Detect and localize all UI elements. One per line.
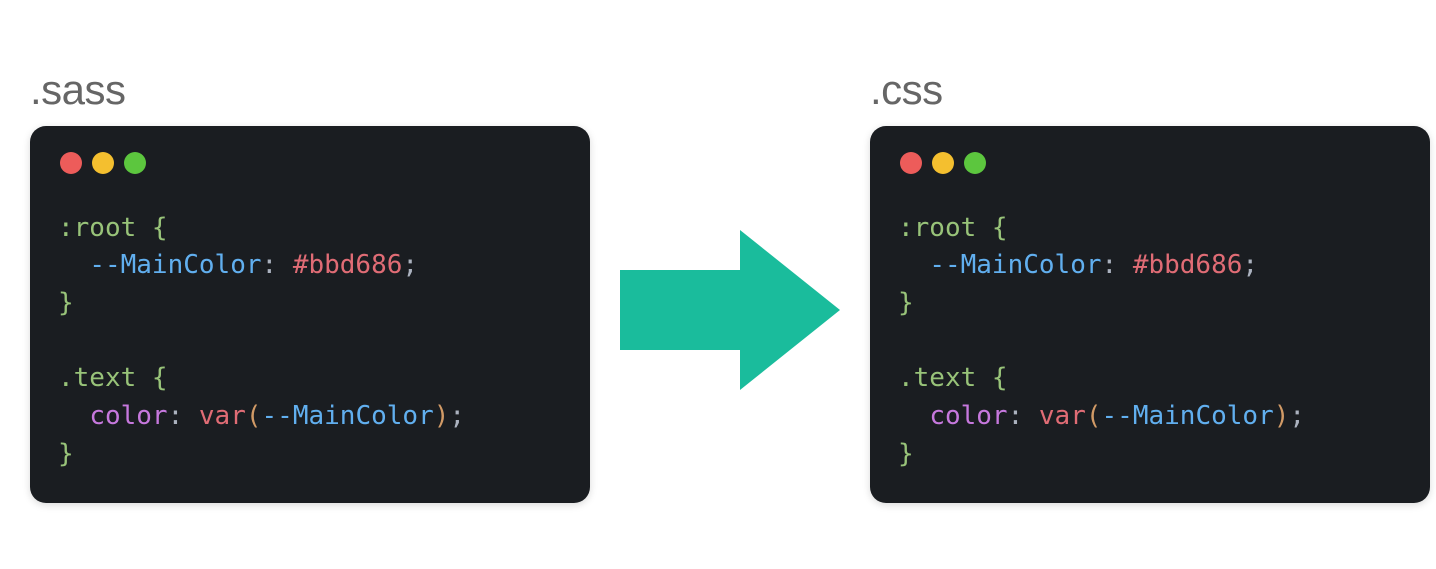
code-token: :	[168, 401, 199, 431]
traffic-lights	[898, 146, 1402, 174]
code-token: .text	[898, 363, 992, 393]
left-panel-title: .sass	[30, 66, 590, 114]
code-token	[898, 250, 929, 280]
code-token: }	[898, 439, 914, 469]
code-token	[58, 326, 74, 356]
arrow-shape	[620, 230, 840, 390]
code-token: ;	[449, 401, 465, 431]
code-token: :root	[898, 213, 992, 243]
code-token: }	[58, 288, 74, 318]
maximize-icon	[964, 152, 986, 174]
code-token: ;	[1242, 250, 1258, 280]
code-token: }	[58, 439, 74, 469]
code-token: {	[992, 363, 1008, 393]
code-token: :root	[58, 213, 152, 243]
code-token: ;	[402, 250, 418, 280]
code-token: {	[992, 213, 1008, 243]
right-panel-title: .css	[870, 66, 1430, 114]
code-token: {	[152, 213, 168, 243]
code-token: )	[1274, 401, 1290, 431]
traffic-lights	[58, 146, 562, 174]
code-token: )	[434, 401, 450, 431]
right-panel: .css :root { --MainColor: #bbd686; } .te…	[870, 66, 1430, 504]
minimize-icon	[92, 152, 114, 174]
code-token: var	[1039, 401, 1086, 431]
left-panel: .sass :root { --MainColor: #bbd686; } .t…	[30, 66, 590, 504]
right-code-block: :root { --MainColor: #bbd686; } .text { …	[898, 210, 1402, 474]
arrow-wrap	[620, 180, 840, 390]
code-token: {	[152, 363, 168, 393]
code-token: var	[199, 401, 246, 431]
code-token	[58, 401, 89, 431]
code-token: .text	[58, 363, 152, 393]
code-token: }	[898, 288, 914, 318]
code-token: --MainColor	[262, 401, 434, 431]
code-token: ;	[1289, 401, 1305, 431]
code-token: (	[1086, 401, 1102, 431]
code-token: #bbd686	[1133, 250, 1243, 280]
maximize-icon	[124, 152, 146, 174]
code-token: color	[929, 401, 1007, 431]
code-token: color	[89, 401, 167, 431]
code-token: :	[1008, 401, 1039, 431]
code-token: --MainColor	[929, 250, 1101, 280]
close-icon	[60, 152, 82, 174]
code-token: --MainColor	[89, 250, 261, 280]
left-code-block: :root { --MainColor: #bbd686; } .text { …	[58, 210, 562, 474]
code-token	[58, 250, 89, 280]
minimize-icon	[932, 152, 954, 174]
left-code-window: :root { --MainColor: #bbd686; } .text { …	[30, 126, 590, 504]
arrow-right-icon	[620, 230, 840, 390]
comparison-container: .sass :root { --MainColor: #bbd686; } .t…	[30, 10, 1406, 559]
code-token: :	[1102, 250, 1133, 280]
code-token: :	[262, 250, 293, 280]
code-token: #bbd686	[293, 250, 403, 280]
right-code-window: :root { --MainColor: #bbd686; } .text { …	[870, 126, 1430, 504]
code-token: --MainColor	[1102, 401, 1274, 431]
code-token	[898, 326, 914, 356]
code-token	[898, 401, 929, 431]
close-icon	[900, 152, 922, 174]
code-token: (	[246, 401, 262, 431]
